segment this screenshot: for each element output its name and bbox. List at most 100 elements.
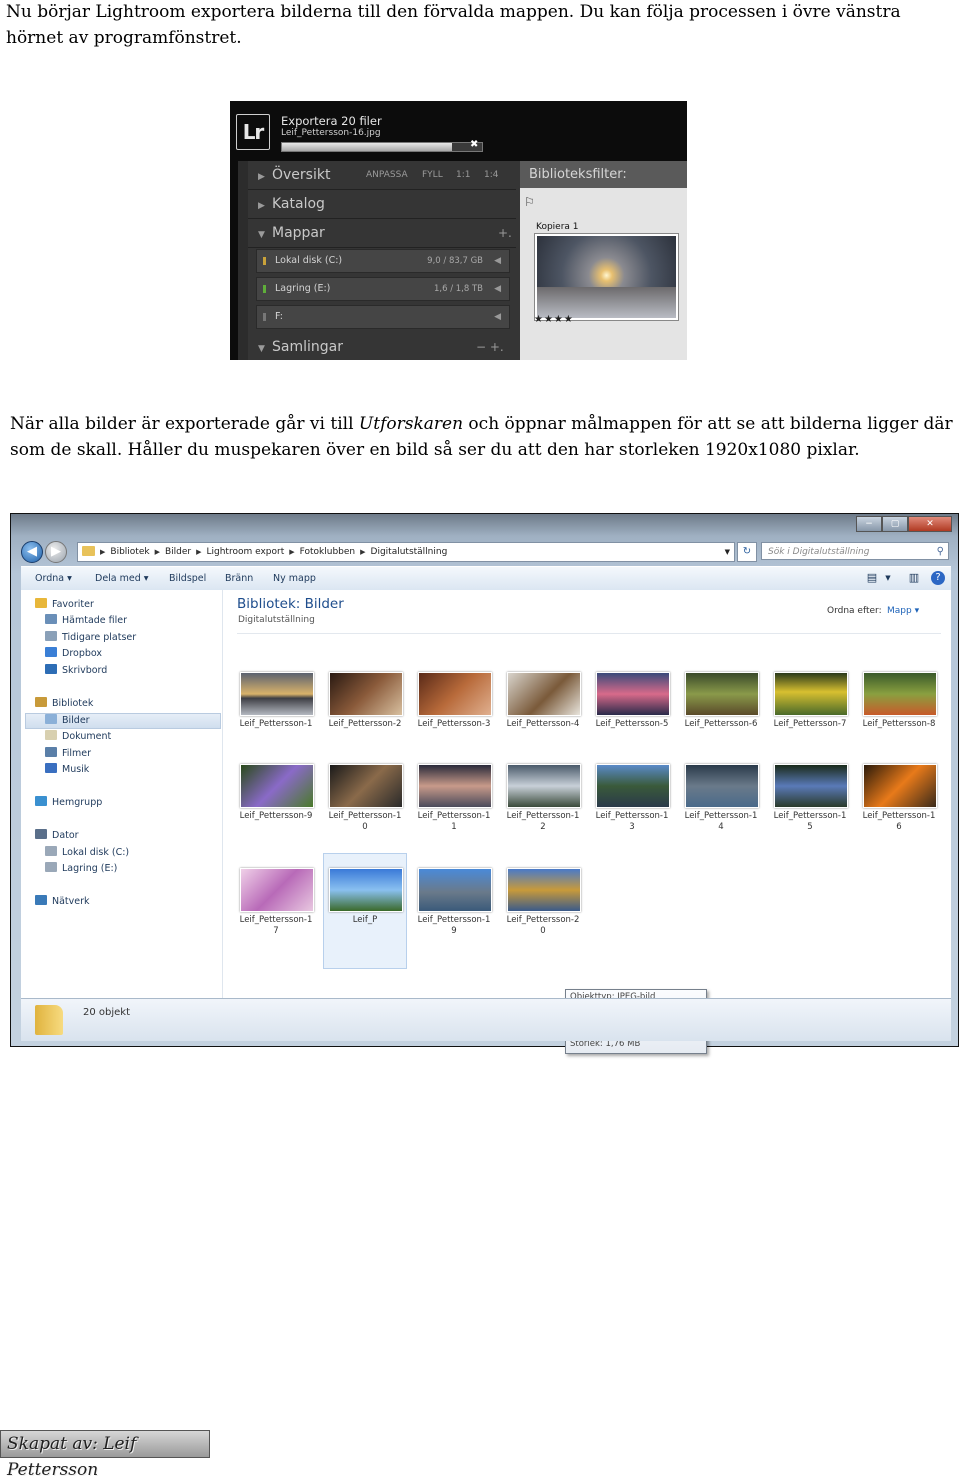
cancel-export-icon[interactable]: ✖: [470, 139, 478, 150]
overview-option[interactable]: 1:1: [456, 161, 470, 189]
file-item[interactable]: Leif_Pettersson-9: [235, 764, 317, 822]
breadcrumb-item[interactable]: Bibliotek: [110, 547, 149, 557]
sidebar-item[interactable]: Hemgrupp: [35, 796, 102, 810]
volume-row[interactable]: Lagring (E:) 1,6 / 1,8 TB ◀: [256, 277, 510, 301]
file-item[interactable]: Leif_Pettersson-3: [413, 672, 495, 730]
overview-option[interactable]: ANPASSA: [366, 161, 408, 189]
sidebar-item[interactable]: Favoriter: [35, 598, 94, 612]
panel-header-1[interactable]: ▶ Översikt ANPASSA FYLL 1:1 1:4: [258, 161, 524, 189]
search-input[interactable]: Sök i Digitalutställning ⚲: [761, 542, 949, 560]
panel-header-2[interactable]: ▶ Katalog: [258, 190, 524, 218]
sidebar-item[interactable]: Musik: [45, 763, 89, 777]
panel-header-3[interactable]: ▼ Mappar +.: [258, 219, 524, 247]
sidebar-item[interactable]: Bilder: [45, 714, 90, 728]
page-title: Bibliotek: Bilder: [237, 596, 344, 612]
file-item[interactable]: Leif_Pettersson-2: [324, 672, 406, 730]
file-item[interactable]: Leif_Pettersson-1 0: [324, 764, 406, 833]
forward-button[interactable]: ▶: [45, 541, 67, 563]
overview-option[interactable]: 1:4: [484, 161, 498, 189]
preview-pane-icon[interactable]: ▥: [907, 571, 921, 585]
sidebar-item[interactable]: Dator: [35, 829, 79, 843]
sidebar-item-label: Musik: [62, 764, 90, 775]
sidebar-item[interactable]: Filmer: [45, 747, 91, 761]
chevron-right-icon[interactable]: ▶: [155, 548, 160, 556]
chevron-right-icon[interactable]: ▶: [196, 548, 201, 556]
file-name: Leif_Pettersson-1 2: [506, 811, 580, 832]
sidebar-item[interactable]: Nätverk: [35, 895, 90, 909]
triangle-left-icon[interactable]: ◀: [494, 306, 501, 328]
panel-header-4[interactable]: ▼ Samlingar − +.: [258, 333, 524, 360]
sidebar-item[interactable]: Bibliotek: [35, 697, 93, 711]
file-thumbnail: [240, 764, 314, 808]
chevron-down-icon[interactable]: ▼: [881, 571, 895, 585]
file-item[interactable]: Leif_P: [323, 853, 407, 969]
flag-icon[interactable]: ⚐: [524, 195, 535, 209]
chevron-down-icon[interactable]: ▼: [725, 543, 730, 561]
file-thumbnail: [863, 764, 937, 808]
organize-button[interactable]: Ordna ▾: [35, 567, 72, 590]
breadcrumb-item[interactable]: Digitalutställning: [371, 547, 448, 557]
file-name: Leif_Pettersson-4: [506, 719, 580, 729]
triangle-right-icon: ▶: [258, 201, 265, 211]
sidebar-item[interactable]: Lagring (E:): [45, 862, 117, 876]
file-item[interactable]: Leif_Pettersson-6: [680, 672, 762, 730]
file-item[interactable]: Leif_Pettersson-1 5: [769, 764, 851, 833]
sort-dropdown[interactable]: Mapp ▾: [887, 606, 919, 616]
sidebar-item[interactable]: Skrivbord: [45, 664, 107, 678]
star-rating[interactable]: ★★★★: [534, 314, 574, 325]
chevron-right-icon[interactable]: ▶: [289, 548, 294, 556]
new-folder-button[interactable]: Ny mapp: [273, 567, 316, 590]
photo-thumbnail[interactable]: [534, 233, 679, 321]
sidebar-item[interactable]: Lokal disk (C:): [45, 846, 129, 860]
library-filter-label[interactable]: Biblioteksfilter:: [520, 161, 687, 188]
file-item[interactable]: Leif_Pettersson-5: [591, 672, 673, 730]
triangle-left-icon[interactable]: ◀: [494, 278, 501, 300]
chevron-right-icon[interactable]: ▶: [100, 548, 105, 556]
file-item[interactable]: Leif_Pettersson-1 4: [680, 764, 762, 833]
view-icon[interactable]: ▤: [865, 571, 879, 585]
chevron-right-icon[interactable]: ▶: [360, 548, 365, 556]
back-button[interactable]: ◀: [21, 541, 43, 563]
file-item[interactable]: Leif_Pettersson-1 3: [591, 764, 673, 833]
file-item[interactable]: Leif_Pettersson-1: [235, 672, 317, 730]
sidebar-icon: [45, 647, 57, 657]
file-name: Leif_Pettersson-2: [328, 719, 402, 729]
refresh-icon[interactable]: ↻: [737, 542, 757, 562]
add-folder-icon[interactable]: +.: [498, 219, 512, 247]
slideshow-button[interactable]: Bildspel: [169, 567, 206, 590]
sidebar-item[interactable]: Dokument: [45, 730, 111, 744]
file-item[interactable]: Leif_Pettersson-1 2: [502, 764, 584, 833]
volume-row[interactable]: F: ◀: [256, 305, 510, 329]
overview-option[interactable]: FYLL: [422, 161, 443, 189]
file-item[interactable]: Leif_Pettersson-2 0: [502, 868, 584, 937]
minimize-button[interactable]: −: [856, 516, 882, 532]
file-item[interactable]: Leif_Pettersson-7: [769, 672, 851, 730]
breadcrumb-item[interactable]: Lightroom export: [207, 547, 285, 557]
sidebar-icon: [45, 614, 57, 624]
file-item[interactable]: Leif_Pettersson-4: [502, 672, 584, 730]
sidebar-item[interactable]: Hämtade filer: [45, 614, 127, 628]
address-bar[interactable]: ▶ Bibliotek ▶ Bilder ▶ Lightroom export ▶ Fotok…: [77, 542, 735, 562]
file-item[interactable]: Leif_Pettersson-1 9: [413, 868, 495, 937]
close-button[interactable]: ✕: [908, 516, 952, 532]
folder-icon: [35, 1005, 63, 1035]
triangle-left-icon[interactable]: ◀: [494, 250, 501, 272]
maximize-button[interactable]: ▢: [882, 516, 908, 532]
breadcrumb-item[interactable]: Fotoklubben: [300, 547, 355, 557]
share-button[interactable]: Dela med ▾: [95, 567, 149, 590]
file-name: Leif_Pettersson-1 0: [328, 811, 402, 832]
sidebar-item-label: Favoriter: [52, 599, 94, 610]
sidebar-item[interactable]: Tidigare platser: [45, 631, 136, 645]
collection-controls[interactable]: − +.: [476, 333, 504, 360]
breadcrumb-item[interactable]: Bilder: [165, 547, 191, 557]
file-item[interactable]: Leif_Pettersson-1 6: [858, 764, 940, 833]
sidebar-item-label: Filmer: [62, 748, 92, 759]
file-item[interactable]: Leif_Pettersson-1 7: [235, 868, 317, 937]
help-icon[interactable]: ?: [931, 571, 945, 585]
burn-button[interactable]: Bränn: [225, 567, 253, 590]
sidebar-item[interactable]: Dropbox: [45, 647, 102, 661]
file-item[interactable]: Leif_Pettersson-8: [858, 672, 940, 730]
search-icon[interactable]: ⚲: [937, 543, 944, 561]
volume-row[interactable]: Lokal disk (C:) 9,0 / 83,7 GB ◀: [256, 249, 510, 273]
file-item[interactable]: Leif_Pettersson-1 1: [413, 764, 495, 833]
